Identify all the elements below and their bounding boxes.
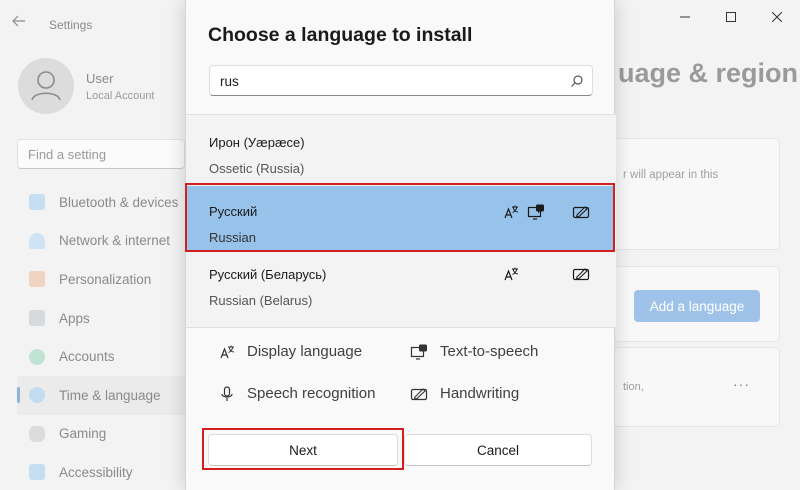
accessibility-icon (29, 464, 45, 481)
minimize-button[interactable] (662, 0, 708, 34)
next-button[interactable]: Next (208, 434, 398, 466)
language-english-name: Ossetic (Russia) (209, 161, 305, 176)
avatar (18, 58, 74, 114)
wifi-icon (29, 232, 45, 249)
sidebar-item-label: Bluetooth & devices (59, 194, 179, 210)
legend-label: Display language (247, 343, 363, 360)
choose-language-dialog: Choose a language to install rus Ирон (У… (185, 0, 616, 490)
preferred-languages-card: r will appear in this (612, 138, 780, 250)
sidebar-item-apps[interactable]: Apps (17, 299, 187, 338)
handwriting-icon (572, 203, 590, 221)
user-name: User (86, 71, 114, 86)
language-english-name: Russian (Belarus) (209, 293, 313, 308)
card-description: r will appear in this (623, 169, 719, 181)
window-controls (662, 0, 800, 34)
language-entry-card: tion, ··· (612, 347, 780, 427)
handwriting-icon (410, 387, 428, 400)
person-icon (29, 348, 45, 365)
sidebar-item-label: Network & internet (59, 233, 171, 249)
display-language-icon (220, 345, 235, 358)
bluetooth-icon (29, 194, 45, 211)
close-button[interactable] (754, 0, 800, 34)
search-icon[interactable] (570, 74, 584, 93)
language-row-russian-belarus[interactable]: Русский (Беларусь) Russian (Belarus) (186, 251, 614, 317)
back-arrow-icon (12, 15, 25, 27)
legend-text-to-speech: Text-to-speech (410, 343, 538, 360)
sidebar-item-label: Accounts (59, 349, 115, 365)
more-options-button[interactable]: ··· (733, 376, 750, 392)
page-title: uage & region (618, 58, 799, 88)
sidebar-item-bluetooth[interactable]: Bluetooth & devices (17, 183, 187, 222)
sidebar-item-label: Accessibility (59, 464, 133, 480)
language-row-russian[interactable]: Русский Russian (186, 186, 614, 252)
sidebar-item-personalization[interactable]: Personalization (17, 260, 187, 299)
sidebar-item-label: Gaming (59, 426, 107, 442)
language-list: Ирон (Уæрæсе) Ossetic (Russia) Русский R… (186, 114, 616, 328)
sidebar-item-accounts[interactable]: Accounts (17, 337, 187, 376)
language-native-name: Русский (209, 204, 258, 219)
legend-label: Text-to-speech (440, 343, 539, 360)
back-button[interactable] (12, 14, 34, 34)
apps-icon (29, 310, 45, 327)
text-to-speech-icon (410, 344, 427, 360)
brush-icon (29, 271, 45, 288)
sidebar-item-label: Personalization (59, 271, 152, 287)
minimize-icon (680, 16, 690, 18)
legend-label: Handwriting (440, 385, 520, 402)
maximize-button[interactable] (708, 0, 754, 34)
card-description: tion, (623, 381, 644, 393)
sidebar-item-accessibility[interactable]: Accessibility (17, 453, 187, 490)
search-value: rus (220, 74, 239, 89)
text-to-speech-icon (527, 203, 545, 221)
sidebar-nav: Bluetooth & devices Network & internet P… (17, 183, 187, 490)
add-language-card: Add a language (612, 266, 780, 342)
add-language-button[interactable]: Add a language (634, 290, 760, 322)
gamepad-icon (29, 425, 45, 442)
language-native-name: Ирон (Уæрæсе) (209, 135, 305, 150)
globe-clock-icon (29, 387, 45, 404)
language-english-name: Russian (209, 230, 256, 245)
sidebar-item-time-language[interactable]: Time & language (17, 375, 187, 415)
find-setting-placeholder: Find a setting (28, 147, 107, 162)
sidebar-item-label: Time & language (59, 387, 161, 403)
sidebar-item-gaming[interactable]: Gaming (17, 415, 187, 454)
legend-label: Speech recognition (247, 385, 376, 402)
display-language-icon (502, 203, 520, 221)
close-icon (772, 12, 782, 22)
account-type: Local Account (86, 90, 155, 102)
sidebar-item-label: Apps (59, 310, 90, 326)
legend-speech-recognition: Speech recognition (219, 385, 375, 402)
language-row-ossetic[interactable]: Ирон (Уæрæсе) Ossetic (Russia) (186, 123, 614, 189)
window-title: Settings (49, 18, 93, 32)
sidebar-item-network[interactable]: Network & internet (17, 222, 187, 261)
microphone-icon (221, 385, 233, 401)
legend-handwriting: Handwriting (410, 385, 519, 402)
maximize-icon (726, 12, 736, 22)
legend-display-language: Display language (219, 343, 362, 360)
find-setting-input[interactable]: Find a setting (17, 139, 185, 169)
dialog-title: Choose a language to install (208, 24, 473, 46)
handwriting-icon (572, 265, 590, 283)
language-native-name: Русский (Беларусь) (209, 267, 327, 282)
cancel-button[interactable]: Cancel (404, 434, 592, 466)
person-icon (31, 71, 61, 101)
display-language-icon (502, 265, 520, 283)
language-search-input[interactable]: rus (209, 65, 593, 96)
